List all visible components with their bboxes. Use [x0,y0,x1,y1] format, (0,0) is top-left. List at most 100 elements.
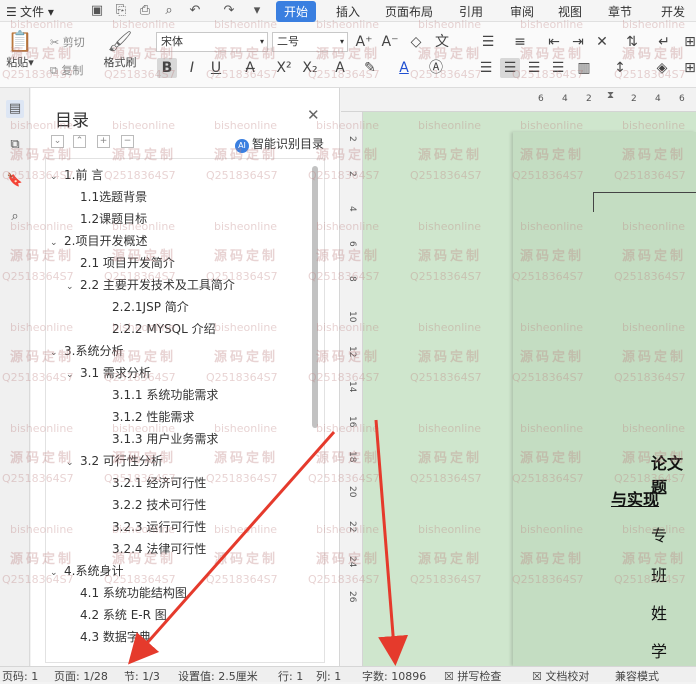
print-preview-icon[interactable]: ⌕ [160,2,178,20]
font-name-select[interactable]: 宋体 ▾ [156,32,268,52]
toc-item-label: 2.2 主要开发技术及工具简介 [80,278,235,292]
toc-item[interactable]: ⌄ 3.2 可行性分析 [66,451,163,471]
redo-icon[interactable]: ↷ [220,2,238,20]
tab-view[interactable]: 视图 [558,3,582,20]
chevron-down-icon[interactable]: ⌄ [50,563,64,583]
font-size-select[interactable]: 二号 ▾ [272,32,348,52]
show-marks-icon[interactable]: ↵ [654,32,674,52]
numbered-list-icon[interactable]: ≡ [510,32,530,52]
clear-format-icon[interactable]: ◇ [406,32,426,52]
toc-item[interactable]: ⌄ 3.系统分析 [50,341,123,361]
toc-item[interactable]: ⌄ 2.项目开发概述 [50,231,147,251]
toc-item[interactable]: 4.1 系统功能结构图 [80,583,187,603]
toc-scrollbar[interactable] [312,166,318,428]
toc-item[interactable]: 3.2.1 经济可行性 [112,473,206,493]
chevron-down-icon[interactable]: ⌄ [50,167,64,187]
outdent-icon[interactable]: ⇤ [544,32,564,52]
toc-item[interactable]: 2.2.2 MYSQL 介绍 [112,319,216,339]
undo-icon[interactable]: ↶ [186,2,204,20]
save-icon[interactable]: ▣ [88,2,106,20]
toc-item[interactable]: 4.3 数据字典 [80,627,151,647]
ruler-tick: 6 [679,94,685,104]
sort-icon[interactable]: ⇅ [622,32,642,52]
text-effect-button[interactable]: A [330,58,350,78]
font-color-button[interactable]: A [394,58,414,78]
indent-icon[interactable]: ⇥ [568,32,588,52]
add-item-icon[interactable]: + [97,135,110,148]
align-center-icon[interactable]: ☰ [500,58,520,78]
align-right-icon[interactable]: ☰ [524,58,544,78]
export-icon[interactable]: ⎘ [112,2,130,20]
toc-item[interactable]: 4.2 系统 E-R 图 [80,605,167,625]
remove-item-icon[interactable]: − [121,135,134,148]
print-icon[interactable]: ⎙ [136,2,154,20]
toc-item[interactable]: 1.1选题背景 [80,187,147,207]
toc-item[interactable]: 3.2.2 技术可行性 [112,495,206,515]
toc-item[interactable]: ⌄ 4.系统身计 [50,561,123,581]
chevron-down-icon[interactable]: ⌄ [66,453,80,473]
indent-marker-icon[interactable]: ⧗ [607,90,614,101]
toc-item[interactable]: 3.1.2 性能需求 [112,407,194,427]
expand-all-icon[interactable]: ⌃ [73,135,86,148]
chevron-down-icon[interactable]: ⌄ [50,343,64,363]
superscript-button[interactable]: X² [274,58,294,78]
highlight-icon[interactable]: ✎ [360,58,380,78]
navigation-icon[interactable]: ⧉ [6,136,24,154]
copy-button[interactable]: ⧉ 复制 [50,62,83,78]
toc-item-label: 3.1.3 用户业务需求 [112,432,219,446]
bookmark-icon[interactable]: 🔖 [6,172,24,190]
italic-button[interactable]: I [182,58,202,78]
paste-button[interactable]: 📋 粘贴▾ [4,28,36,70]
strikethrough-button[interactable]: A̶ [240,58,260,78]
file-menu[interactable]: ☰ 文件 ▾ [6,3,54,20]
cut-button[interactable]: ✂ 剪切 [50,34,85,50]
search-icon[interactable]: ⌕ [6,208,24,226]
close-icon[interactable]: ✕ [307,106,320,124]
chevron-down-icon[interactable]: ⌄ [50,233,64,253]
tab-chapter[interactable]: 章节 [608,3,632,20]
toc-item[interactable]: ⌄ 3.1 需求分析 [66,363,151,383]
toc-item[interactable]: 3.1.3 用户业务需求 [112,429,218,449]
side-toolbar: ▤ ⧉ 🔖 ⌕ [0,88,30,666]
toc-item[interactable]: 2.1 项目开发简介 [80,253,175,273]
bullet-list-icon[interactable]: ☰ [478,32,498,52]
subscript-button[interactable]: X₂ [300,58,320,78]
char-border-icon[interactable]: Ⓐ [426,58,446,78]
chevron-down-icon[interactable]: ⌄ [66,277,80,297]
toc-item[interactable]: ⌄ 2.2 主要开发技术及工具简介 [66,275,235,295]
justify-icon[interactable]: ☰ [548,58,568,78]
tab-page-layout[interactable]: 页面布局 [385,3,433,20]
tab-review[interactable]: 审阅 [510,3,534,20]
bold-button[interactable]: B [157,58,177,78]
table-icon[interactable]: ⊞ [680,32,696,52]
grow-font-icon[interactable]: A⁺ [354,32,374,52]
chevron-down-icon: ▾ [259,37,264,46]
tab-home[interactable]: 开始 [276,1,317,22]
shrink-font-icon[interactable]: A⁻ [380,32,400,52]
align-left-icon[interactable]: ☰ [476,58,496,78]
borders-icon[interactable]: ⊞ [680,58,696,78]
ruler-tick: 4 [347,206,357,212]
toc-item[interactable]: 2.2.1JSP 简介 [112,297,189,317]
text-direction-icon[interactable]: ✕ [592,32,612,52]
collapse-all-icon[interactable]: ⌄ [51,135,64,148]
toc-item-label: 2.项目开发概述 [64,234,148,248]
toc-item-label: 4.1 系统功能结构图 [80,586,187,600]
toc-item[interactable]: 3.2.3 运行可行性 [112,517,206,537]
tab-references[interactable]: 引用 [459,3,483,20]
line-spacing-icon[interactable]: ↕ [610,58,630,78]
distribute-icon[interactable]: ▥ [574,58,594,78]
toc-item[interactable]: 3.1.1 系统功能需求 [112,385,218,405]
toc-item[interactable]: 1.2课题目标 [80,209,147,229]
pinyin-icon[interactable]: 文 [432,32,452,52]
shading-icon[interactable]: ◈ [652,58,672,78]
chevron-down-icon[interactable]: ⌄ [66,365,80,385]
smart-toc-button[interactable]: AI 智能识别目录 [235,135,324,153]
toc-item[interactable]: 3.2.4 法律可行性 [112,539,206,559]
format-painter-button[interactable]: 🖌 格式刷 [102,28,138,70]
toc-icon[interactable]: ▤ [6,100,24,118]
tab-insert[interactable]: 插入 [336,3,360,20]
toc-item[interactable]: ⌄ 1.前 言 [50,165,103,185]
underline-button[interactable]: U [206,58,226,78]
more-icon[interactable]: ▾ [248,2,266,20]
